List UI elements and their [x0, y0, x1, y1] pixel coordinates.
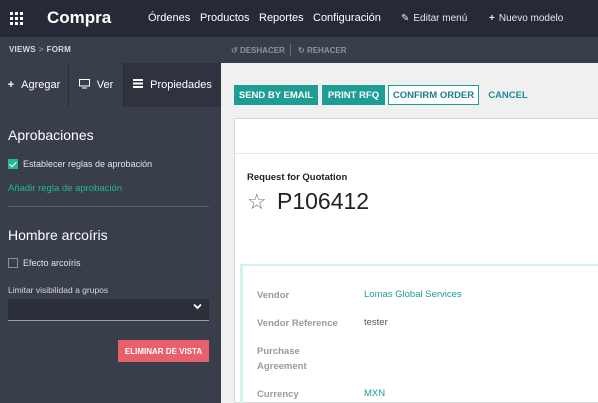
redo-icon: ↻	[298, 46, 305, 55]
fields-group[interactable]: Vendor Lomas Global Services Vendor Refe…	[240, 264, 598, 403]
undo-redo-divider	[290, 44, 291, 56]
add-approval-rule-link[interactable]: Añadir regla de aprobación	[8, 183, 122, 194]
breadcrumb-separator: >	[38, 45, 44, 54]
field-value-currency[interactable]: MXN	[364, 388, 385, 399]
delete-from-view-button[interactable]: ELIMINAR DE VISTA	[118, 340, 209, 362]
form-editor-area: SEND BY EMAIL PRINT RFQ CONFIRM ORDER CA…	[221, 63, 598, 403]
breadcrumb-views[interactable]: VIEWS	[9, 45, 36, 54]
plus-icon: +	[489, 13, 495, 24]
tab-ver-label: Ver	[96, 79, 114, 91]
top-navbar: Compra Órdenes Productos Reportes Config…	[0, 0, 598, 37]
field-value-vendor[interactable]: Lomas Global Services	[364, 289, 462, 300]
tab-propiedades-label: Propiedades	[150, 79, 212, 91]
sidebar-tabs: + Agregar Ver Propiedades	[0, 63, 221, 107]
app-title[interactable]: Compra	[47, 8, 111, 28]
chevron-down-icon	[193, 302, 202, 313]
studio-subbar: VIEWS > FORM ↺ DESHACER ↻ REHACER	[0, 37, 598, 63]
nav-configuracion[interactable]: Configuración	[313, 12, 381, 24]
field-label-vendor: Vendor	[257, 290, 290, 301]
edit-menu-button[interactable]: ✎ Editar menú	[401, 13, 467, 24]
edit-menu-label: Editar menú	[413, 13, 468, 24]
field-label-currency: Currency	[257, 389, 299, 400]
nav-ordenes[interactable]: Órdenes	[148, 12, 190, 24]
statusbar-area	[235, 119, 598, 154]
approval-rules-checkbox-row[interactable]: Establecer reglas de aprobación	[8, 159, 152, 169]
tab-propiedades[interactable]: Propiedades	[124, 63, 221, 107]
cancel-button[interactable]: CANCEL	[483, 85, 533, 105]
breadcrumb: VIEWS > FORM	[9, 45, 71, 54]
tab-agregar-label: Agregar	[21, 79, 61, 91]
print-rfq-button[interactable]: PRINT RFQ	[322, 85, 385, 105]
nav-productos[interactable]: Productos	[200, 12, 250, 24]
field-value-vendor-reference[interactable]: tester	[364, 317, 388, 328]
new-model-label: Nuevo modelo	[498, 13, 564, 24]
star-icon[interactable]: ☆	[247, 189, 267, 215]
new-model-button[interactable]: + Nuevo modelo	[489, 13, 563, 24]
confirm-order-button[interactable]: CONFIRM ORDER	[388, 85, 479, 105]
tab-ver[interactable]: Ver	[69, 63, 124, 107]
approval-rules-label: Establecer reglas de aprobación	[23, 159, 153, 169]
list-icon	[133, 79, 144, 91]
pencil-icon: ✎	[401, 13, 410, 24]
section-divider	[8, 206, 209, 207]
tab-agregar[interactable]: + Agregar	[0, 63, 69, 107]
nav-reportes[interactable]: Reportes	[259, 12, 304, 24]
form-sheet: Request for Quotation ☆ P106412 Vendor L…	[234, 118, 598, 403]
field-label-purchase-agreement: Purchase Agreement	[257, 346, 307, 372]
send-by-email-button[interactable]: SEND BY EMAIL	[234, 85, 318, 105]
studio-sidebar: + Agregar Ver Propiedades Aprobaciones Es…	[0, 63, 221, 403]
rainbow-label: Efecto arcoíris	[23, 258, 81, 268]
document-type-label: Request for Quotation	[247, 172, 348, 183]
approval-rules-checkbox[interactable]	[8, 159, 18, 169]
apps-menu-icon[interactable]	[10, 12, 23, 25]
rainbow-heading: Hombre arcoíris	[8, 227, 108, 243]
rainbow-checkbox-row[interactable]: Efecto arcoíris	[8, 258, 81, 268]
redo-label: REHACER	[306, 46, 347, 55]
approvals-heading: Aprobaciones	[8, 127, 94, 143]
monitor-icon	[78, 78, 90, 92]
plus-icon: +	[7, 79, 15, 91]
document-number: P106412	[277, 188, 370, 214]
redo-button[interactable]: ↻ REHACER	[298, 46, 347, 55]
rainbow-checkbox[interactable]	[8, 258, 18, 268]
undo-icon: ↺	[231, 46, 238, 55]
breadcrumb-form: FORM	[46, 45, 72, 54]
visibility-groups-label: Limitar visibilidad a grupos	[8, 285, 109, 295]
undo-label: DESHACER	[239, 46, 285, 55]
field-label-vendor-reference: Vendor Reference	[257, 318, 338, 329]
visibility-groups-select[interactable]	[8, 299, 209, 321]
undo-button[interactable]: ↺ DESHACER	[231, 46, 285, 55]
